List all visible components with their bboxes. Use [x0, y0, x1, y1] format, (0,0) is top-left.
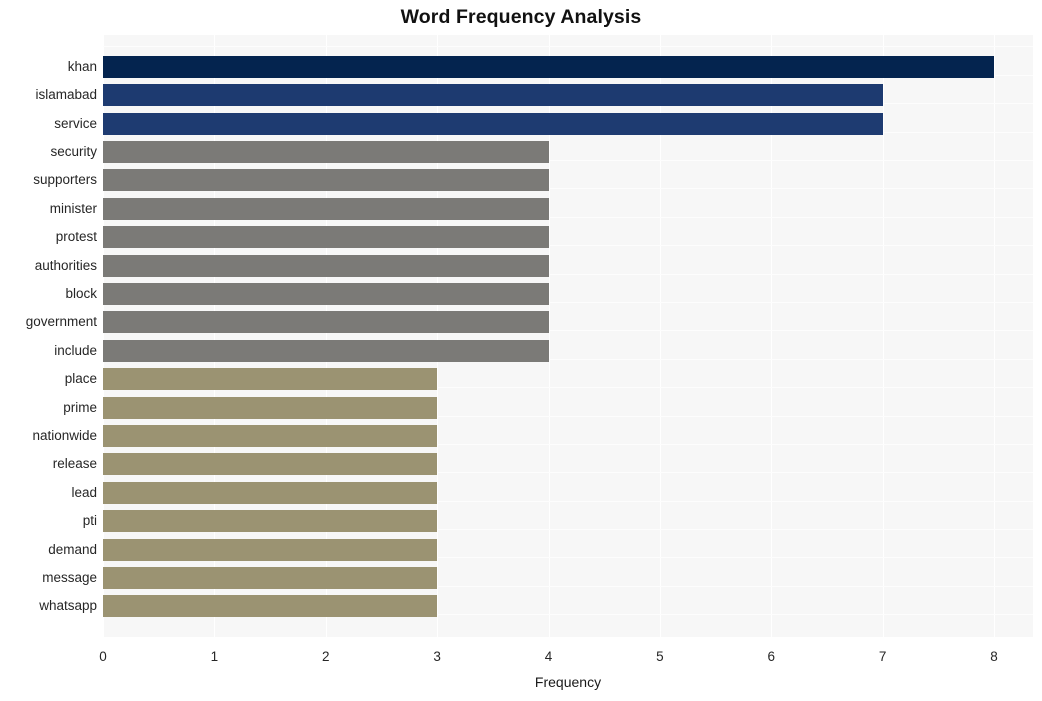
y-tick-label-whatsapp: whatsapp [39, 598, 97, 614]
bar[interactable] [103, 169, 549, 192]
bar[interactable] [103, 481, 438, 504]
x-tick-label-1: 1 [210, 649, 219, 664]
bar[interactable] [103, 538, 438, 561]
y-tick-label-nationwide: nationwide [32, 427, 97, 443]
y-tick-label-include: include [54, 342, 97, 358]
bar[interactable] [103, 453, 438, 476]
y-tick-label-demand: demand [48, 541, 97, 557]
y-axis-labels: khan islamabad service security supporters mi… [0, 35, 97, 637]
x-tick-label-8: 8 [990, 649, 998, 664]
bar[interactable] [103, 595, 438, 618]
gridline-vertical-8 [994, 35, 996, 637]
y-tick-label-message: message [42, 569, 97, 585]
y-tick-label-lead: lead [71, 484, 97, 500]
x-tick-label-4: 4 [544, 649, 553, 664]
y-tick-label-khan: khan [67, 58, 97, 74]
bar[interactable] [103, 112, 883, 135]
bar[interactable] [103, 368, 438, 391]
bar[interactable] [103, 424, 438, 447]
x-tick-label-2: 2 [321, 649, 330, 664]
x-tick-label-7: 7 [878, 649, 887, 664]
bar[interactable] [103, 197, 549, 220]
x-axis-title: Frequency [534, 674, 602, 690]
y-tick-label-security: security [50, 143, 97, 159]
x-tick-label-5: 5 [656, 649, 664, 664]
x-tick-label-0: 0 [99, 649, 107, 664]
bar[interactable] [103, 311, 549, 334]
bar[interactable] [103, 566, 438, 589]
bar[interactable] [103, 140, 549, 163]
plot-area [103, 35, 1033, 637]
chart-title: Word Frequency Analysis [400, 6, 642, 28]
y-tick-label-pti: pti [82, 513, 97, 529]
bar[interactable] [103, 396, 438, 419]
bar[interactable] [103, 226, 549, 249]
y-tick-label-supporters: supporters [33, 172, 97, 188]
y-tick-label-government: government [25, 314, 97, 330]
y-tick-label-place: place [64, 371, 97, 387]
x-axis-ticks: 0 1 2 3 4 5 6 7 8 [99, 637, 1033, 667]
bar[interactable] [103, 510, 438, 533]
y-tick-label-release: release [52, 456, 97, 472]
gridline-vertical-7 [882, 35, 884, 637]
y-tick-label-minister: minister [49, 200, 97, 216]
x-tick-label-3: 3 [433, 649, 441, 664]
bar[interactable] [103, 339, 549, 362]
bar[interactable] [103, 282, 549, 305]
y-tick-label-service: service [54, 115, 97, 131]
y-tick-label-islamabad: islamabad [35, 87, 97, 103]
x-tick-label-6: 6 [767, 649, 775, 664]
bar[interactable] [103, 55, 995, 78]
word-frequency-chart: Word Frequency Analysis khan islamabad ser… [0, 0, 1042, 701]
y-tick-label-prime: prime [63, 399, 97, 415]
y-tick-label-block: block [65, 285, 97, 301]
bar[interactable] [103, 84, 883, 107]
y-tick-label-protest: protest [55, 229, 97, 245]
y-tick-label-authorities: authorities [34, 257, 97, 273]
gridline-horizontal [103, 46, 1033, 47]
bar[interactable] [103, 254, 549, 277]
